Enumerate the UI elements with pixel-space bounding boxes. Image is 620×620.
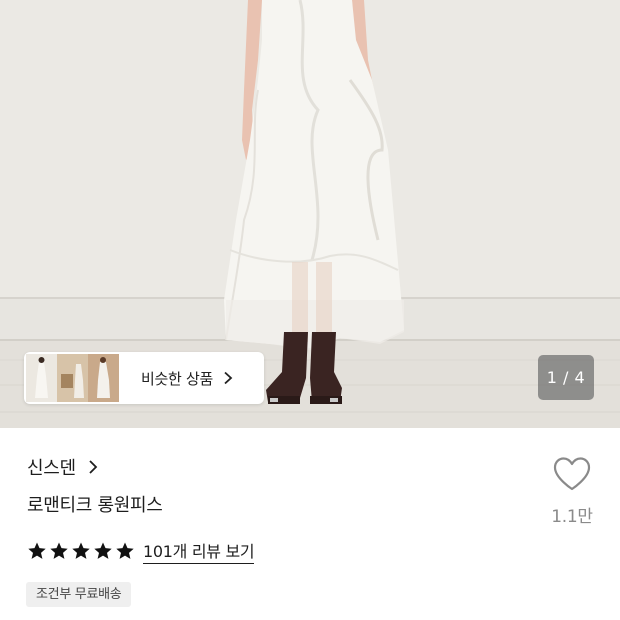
similar-thumbnail-2 [57, 354, 88, 402]
star-icon [50, 542, 68, 559]
similar-thumbnail-1 [26, 354, 57, 402]
image-page-indicator: 1 / 4 [538, 355, 594, 400]
similar-thumbnail-3 [88, 354, 119, 402]
like-count: 1.1만 [551, 507, 593, 527]
review-link[interactable]: 101개 리뷰 보기 [143, 538, 255, 564]
product-detail-page: 비슷한 상품 1 / 4 신스덴 로맨티크 롱원피스 101개 리뷰 보기 조건… [0, 0, 620, 620]
similar-products-button[interactable]: 비슷한 상품 [24, 352, 264, 404]
shipping-badge: 조건부 무료배송 [26, 582, 132, 607]
product-name: 로맨티크 롱원피스 [27, 495, 163, 516]
brand-link[interactable]: 신스덴 [27, 453, 98, 481]
chevron-right-icon [89, 460, 98, 474]
star-icon [116, 542, 134, 559]
similar-products-label: 비슷한 상품 [141, 369, 213, 388]
heart-outline-icon [553, 457, 591, 491]
rating-stars [27, 541, 137, 561]
like-button[interactable]: 1.1만 [544, 456, 600, 536]
brand-name: 신스덴 [27, 458, 76, 479]
star-icon [28, 542, 46, 559]
chevron-right-icon [224, 371, 233, 385]
rating-row: 101개 리뷰 보기 [27, 538, 255, 564]
star-icon [94, 542, 112, 559]
similar-thumbnails [26, 354, 119, 402]
star-icon [72, 542, 90, 559]
product-image[interactable]: 비슷한 상품 1 / 4 [0, 0, 620, 428]
